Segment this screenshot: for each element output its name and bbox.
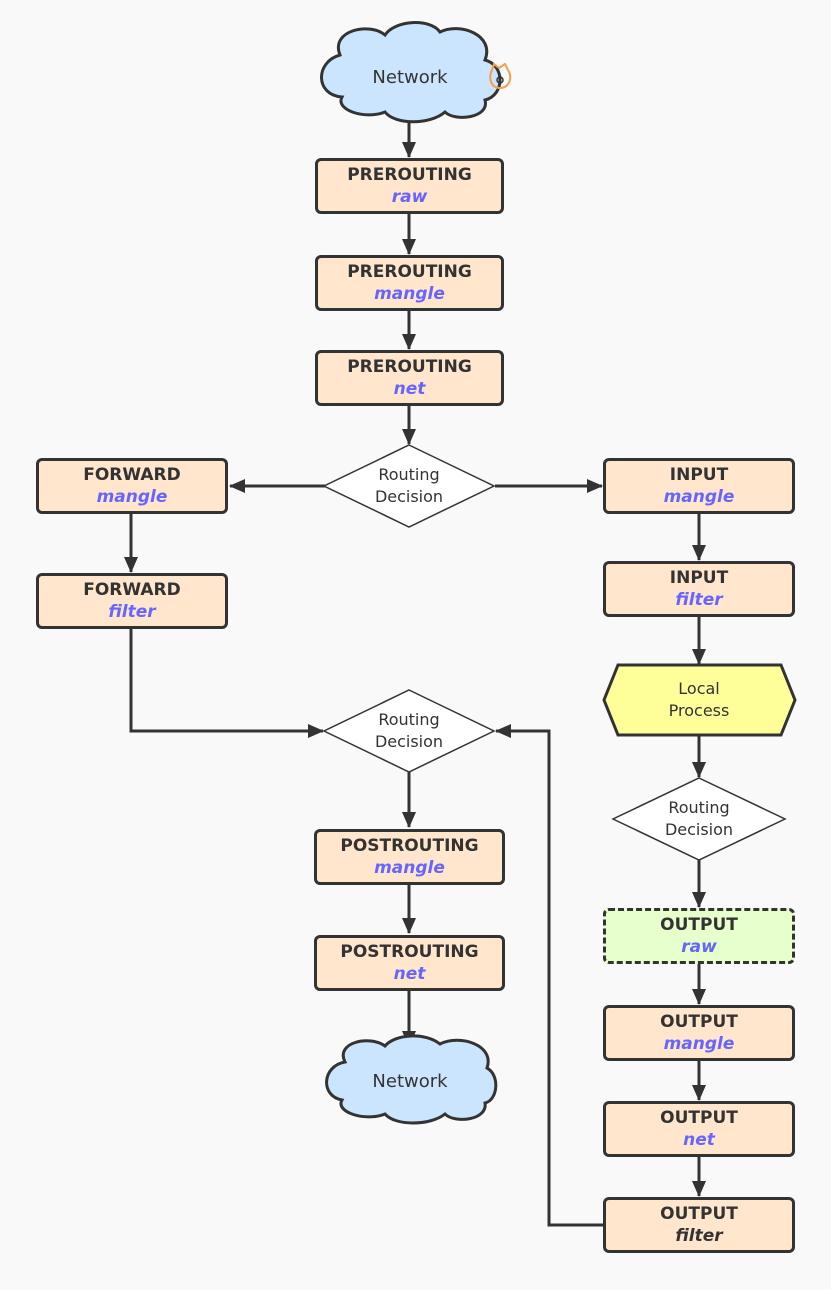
routing-decision-1[interactable]: Routing Decision (344, 462, 474, 510)
chain-label: PREROUTING (347, 262, 472, 282)
chain-label: FORWARD (83, 465, 181, 485)
routing-decision-line1: Routing (668, 798, 730, 817)
table-label: raw (681, 937, 717, 957)
local-process[interactable]: Local Process (619, 676, 779, 724)
chain-label: OUTPUT (660, 915, 738, 935)
table-label: filter (108, 602, 156, 622)
chain-label: POSTROUTING (340, 942, 479, 962)
chain-label: FORWARD (83, 580, 181, 600)
table-label: mangle (663, 487, 735, 507)
chain-label: OUTPUT (660, 1108, 738, 1128)
chain-label: INPUT (669, 465, 729, 485)
routing-decision-line2: Decision (664, 820, 734, 839)
table-label: mangle (374, 858, 445, 878)
local-process-line1: Local (678, 679, 720, 698)
table-label: mangle (96, 487, 168, 507)
chain-label: PREROUTING (347, 165, 472, 185)
table-label: mangle (374, 284, 445, 304)
local-process-line2: Process (668, 701, 730, 720)
routing-decision-2[interactable]: Routing Decision (634, 795, 764, 843)
network-top-label: Network (372, 67, 448, 88)
postrouting-net-box[interactable]: POSTROUTING net (314, 935, 505, 991)
edge-output-filter-to-routing (495, 724, 603, 1227)
table-label: mangle (663, 1034, 735, 1054)
routing-decision-3[interactable]: Routing Decision (344, 707, 474, 755)
table-label: raw (391, 187, 428, 207)
chain-label: INPUT (669, 568, 729, 588)
routing-decision-line1: Routing (378, 710, 440, 729)
input-mangle-box[interactable]: INPUT mangle (603, 458, 795, 514)
table-label: net (683, 1130, 715, 1150)
input-filter-box[interactable]: INPUT filter (603, 561, 795, 617)
table-label: filter (675, 1226, 723, 1246)
chain-label: POSTROUTING (340, 836, 479, 856)
prerouting-raw-box[interactable]: PREROUTING raw (315, 158, 504, 214)
chain-label: OUTPUT (660, 1204, 738, 1224)
routing-decision-line1: Routing (378, 465, 440, 484)
output-net-box[interactable]: OUTPUT net (603, 1101, 795, 1157)
network-bottom-label: Network (372, 1071, 448, 1092)
chain-label: PREROUTING (347, 357, 472, 377)
chain-label: OUTPUT (660, 1012, 738, 1032)
routing-decision-line2: Decision (374, 487, 444, 506)
table-label: net (393, 964, 426, 984)
prerouting-mangle-box[interactable]: PREROUTING mangle (315, 255, 504, 311)
forward-filter-box[interactable]: FORWARD filter (36, 573, 228, 629)
output-mangle-box[interactable]: OUTPUT mangle (603, 1005, 795, 1061)
table-label: net (393, 379, 426, 399)
postrouting-mangle-box[interactable]: POSTROUTING mangle (314, 829, 505, 885)
network-top: Network (340, 62, 480, 94)
network-bottom: Network (340, 1066, 480, 1098)
output-filter-box[interactable]: OUTPUT filter (603, 1197, 795, 1253)
prerouting-net-box[interactable]: PREROUTING net (315, 350, 504, 406)
routing-decision-line2: Decision (374, 732, 444, 751)
edge-forward-filter-to-routing (129, 628, 324, 738)
forward-mangle-box[interactable]: FORWARD mangle (36, 458, 228, 514)
output-raw-box[interactable]: OUTPUT raw (603, 908, 795, 964)
table-label: filter (675, 590, 723, 610)
